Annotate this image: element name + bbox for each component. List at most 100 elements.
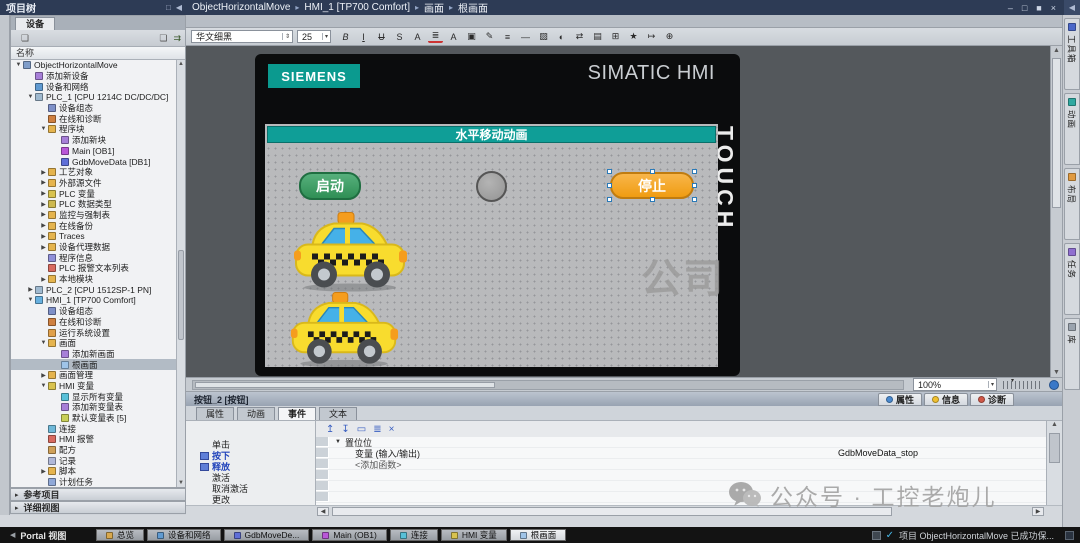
scroll-thumb[interactable] xyxy=(1052,58,1061,208)
tree-filter-icon[interactable]: ❏ xyxy=(21,33,29,44)
breadcrumb-label[interactable]: 画面 xyxy=(424,0,444,15)
function-toolbar-icon[interactable]: ▭ xyxy=(357,424,366,435)
inspector-side-tab[interactable]: 诊断 xyxy=(970,393,1014,406)
editor-task-button[interactable]: Main (OB1) xyxy=(312,529,386,541)
font-size-select[interactable]: 25 ▾ xyxy=(297,30,331,43)
format-button[interactable]: ◐ xyxy=(554,30,569,44)
function-toolbar-icon[interactable]: ↧ xyxy=(341,424,349,435)
breadcrumb-item[interactable]: 画面 ▸ xyxy=(424,0,458,15)
event-item[interactable]: 取消激活 xyxy=(186,483,315,494)
font-family-select[interactable]: 华文细黑 ⇕ xyxy=(191,30,293,43)
task-card-tab[interactable]: 布局 xyxy=(1064,168,1080,240)
tree-expander-icon[interactable]: ▶ xyxy=(39,169,48,176)
selection-handle[interactable] xyxy=(607,197,612,202)
stop-button-selection[interactable]: 停止 xyxy=(610,172,694,199)
tree-expander-icon[interactable]: ▶ xyxy=(39,190,48,197)
inspector-side-tab[interactable]: 属性 xyxy=(878,393,922,406)
scroll-thumb[interactable] xyxy=(1049,433,1060,463)
tree-item[interactable]: GdbMoveData [DB1] xyxy=(11,156,176,167)
tree-item[interactable]: ▶ 脚本 xyxy=(11,466,176,477)
canvas-horizontal-scrollbar[interactable] xyxy=(192,380,904,390)
window-control-button[interactable]: – xyxy=(1008,3,1013,13)
tree-item[interactable]: ▼ PLC_1 [CPU 1214C DC/DC/DC] xyxy=(11,92,176,103)
format-button[interactable]: ▨ xyxy=(536,30,551,44)
tree-item[interactable]: 计划任务 xyxy=(11,477,176,487)
breadcrumb-item[interactable]: HMI_1 [TP700 Comfort] ▸ xyxy=(304,2,424,13)
scroll-thumb[interactable] xyxy=(195,382,495,388)
function-toolbar-icon[interactable]: × xyxy=(389,424,395,435)
editor-task-button[interactable]: 设备和网络 xyxy=(147,529,221,541)
selection-handle[interactable] xyxy=(650,169,655,174)
breadcrumb-label[interactable]: ObjectHorizontalMove xyxy=(192,2,290,13)
tree-expander-icon[interactable]: ▶ xyxy=(39,244,48,251)
format-button[interactable]: U xyxy=(374,30,389,44)
tab-devices[interactable]: 设备 xyxy=(15,17,55,30)
right-panel-collapse-icon[interactable]: ◀ xyxy=(1064,0,1080,15)
indicator-circle[interactable] xyxy=(476,171,507,202)
format-button[interactable]: ✎ xyxy=(482,30,497,44)
tree-expander-icon[interactable]: ▶ xyxy=(39,179,48,186)
tree-item[interactable]: 配方 xyxy=(11,445,176,456)
scroll-right-icon[interactable]: ▶ xyxy=(1032,507,1044,516)
format-button[interactable]: ★ xyxy=(626,30,641,44)
tree-expander-icon[interactable]: ▼ xyxy=(26,94,35,100)
panel-collapse-icon[interactable]: ◀ xyxy=(176,3,182,12)
selection-handle[interactable] xyxy=(692,183,697,188)
event-item[interactable]: 更改 xyxy=(186,494,315,505)
inspector-tab[interactable]: 属性 xyxy=(196,407,234,420)
spinner-icon[interactable]: ⇕ xyxy=(282,33,290,40)
tree-expander-icon[interactable]: ▶ xyxy=(39,372,48,379)
task-card-tab[interactable]: 任务 xyxy=(1064,243,1080,315)
tree-expander-icon[interactable]: ▶ xyxy=(39,201,48,208)
add-function-label[interactable]: <添加函数> xyxy=(329,458,402,471)
tree-item[interactable]: 设备和网络 xyxy=(11,81,176,92)
expander-icon[interactable]: ▼ xyxy=(335,439,341,445)
scroll-down-icon[interactable]: ▼ xyxy=(177,480,185,486)
format-button[interactable]: ≣ xyxy=(428,31,443,43)
format-button[interactable]: ↦ xyxy=(644,30,659,44)
tree-item[interactable]: Main [OB1] xyxy=(11,146,176,157)
tree-item[interactable]: ▼ HMI_1 [TP700 Comfort] xyxy=(11,295,176,306)
canvas-vertical-scrollbar[interactable]: ▲ ▼ xyxy=(1050,46,1062,377)
format-button[interactable]: ▣ xyxy=(464,30,479,44)
screen-title-bar[interactable]: 水平移动动画 xyxy=(267,126,716,143)
editor-task-button[interactable]: 连接 xyxy=(390,529,438,541)
reference-projects-bar[interactable]: ▸ 参考项目 xyxy=(10,488,186,501)
format-button[interactable]: ⊕ xyxy=(662,30,677,44)
tree-item[interactable]: 运行系统设置 xyxy=(11,327,176,338)
taxi-graphic-1[interactable] xyxy=(292,211,408,292)
tree-item[interactable]: 在线和诊断 xyxy=(11,113,176,124)
screen-editor-canvas[interactable]: SIEMENS SIMATIC HMI TOUCH 水平移动动画 启动 停止 xyxy=(186,46,1062,377)
tree-item[interactable]: ▶ PLC_2 [CPU 1512SP-1 PN] xyxy=(11,284,176,295)
tree-item[interactable]: PLC 报警文本列表 xyxy=(11,263,176,274)
breadcrumb-label[interactable]: 根画面 xyxy=(458,0,488,15)
inspector-side-tab[interactable]: 信息 xyxy=(924,393,968,406)
format-button[interactable]: ⊞ xyxy=(608,30,623,44)
tree-expander-icon[interactable]: ▼ xyxy=(39,340,48,346)
format-button[interactable]: I xyxy=(356,30,371,44)
format-button[interactable]: ⇄ xyxy=(572,30,587,44)
selection-handle[interactable] xyxy=(607,183,612,188)
tree-item[interactable]: 添加新设备 xyxy=(11,71,176,82)
format-button[interactable]: S xyxy=(392,30,407,44)
panel-float-icon[interactable]: □ xyxy=(166,3,171,12)
inspector-tab[interactable]: 动画 xyxy=(237,407,275,420)
parameter-row[interactable]: 变量 (输入/输出) GdbMoveData_stop xyxy=(316,448,1046,459)
start-button[interactable]: 启动 xyxy=(299,172,361,200)
task-card-tab[interactable]: 工具箱 xyxy=(1064,18,1080,90)
zoom-slider[interactable]: ▾ xyxy=(1003,381,1041,389)
format-button[interactable]: — xyxy=(518,30,533,44)
format-button[interactable]: ≡ xyxy=(500,30,515,44)
scroll-thumb[interactable] xyxy=(332,507,892,516)
taxi-graphic-2[interactable] xyxy=(289,291,399,367)
scroll-up-icon[interactable]: ▲ xyxy=(1051,47,1062,54)
event-item[interactable]: 按下 xyxy=(186,450,315,461)
tree-item[interactable]: 默认变量表 [5] xyxy=(11,413,176,424)
add-function-row[interactable]: <添加函数> xyxy=(316,459,1046,470)
selection-handle[interactable] xyxy=(692,197,697,202)
window-control-button[interactable]: × xyxy=(1051,3,1056,13)
scroll-left-icon[interactable]: ◀ xyxy=(317,507,329,516)
tray-icon[interactable] xyxy=(1065,531,1074,540)
inspector-tab[interactable]: 事件 xyxy=(278,407,316,420)
tree-expander-icon[interactable]: ▼ xyxy=(39,383,48,389)
